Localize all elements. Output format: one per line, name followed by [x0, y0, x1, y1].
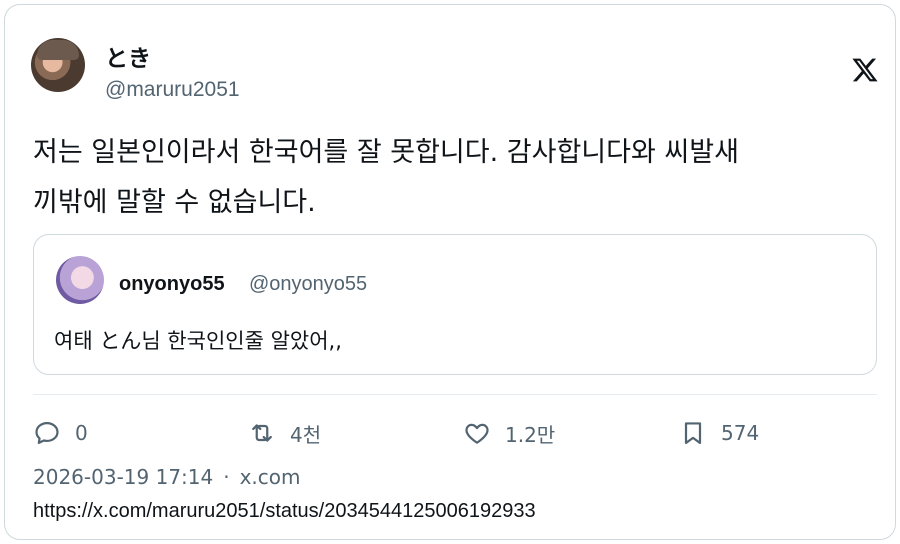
quoted-handle[interactable]: @onyonyo55	[249, 273, 367, 296]
quoted-avatar[interactable]	[56, 256, 104, 304]
like-button[interactable]: 1.2만	[463, 417, 555, 449]
quoted-display-name[interactable]: onyonyo55	[119, 273, 225, 296]
tweet-text: 저는 일본인이라서 한국어를 잘 못합니다. 감사합니다와 씨발새 끼밖에 말할…	[33, 128, 873, 228]
tweet-meta: 2026-03-19 17:14 · x.com	[33, 465, 301, 489]
like-count: 1.2만	[505, 422, 556, 447]
retweet-button[interactable]: 4천	[248, 417, 321, 449]
reply-icon	[35, 421, 59, 445]
author-handle[interactable]: @maruru2051	[105, 78, 240, 102]
divider	[33, 394, 877, 395]
reply-button[interactable]: 0	[33, 417, 88, 449]
reply-count: 0	[75, 421, 88, 445]
timestamp[interactable]: 2026-03-19 17:14	[33, 465, 213, 489]
x-logo-icon[interactable]	[851, 55, 879, 85]
quoted-tweet[interactable]: onyonyo55 @onyonyo55 여태 とん님 한국인인줄 알았어,,	[33, 234, 877, 375]
retweet-icon	[252, 424, 272, 442]
retweet-count: 4천	[290, 422, 322, 447]
bookmark-icon	[684, 422, 702, 445]
tweet-text-line: 저는 일본인이라서 한국어를 잘 못합니다. 감사합니다와 씨발새	[33, 137, 739, 168]
separator: ·	[223, 465, 230, 489]
quoted-text: 여태 とん님 한국인인줄 알았어,,	[54, 329, 342, 353]
bookmark-button[interactable]: 574	[679, 417, 759, 449]
author-avatar[interactable]	[31, 38, 85, 92]
bookmark-count: 574	[721, 421, 760, 445]
author-display-name[interactable]: とき	[105, 39, 151, 73]
heart-icon	[465, 423, 489, 444]
source[interactable]: x.com	[240, 465, 301, 489]
tweet-text-line: 끼밖에 말할 수 없습니다.	[33, 187, 316, 218]
tweet-card: とき @maruru2051 저는 일본인이라서 한국어를 잘 못합니다. 감사…	[4, 4, 896, 540]
tweet-url[interactable]: https://x.com/maruru2051/status/20345441…	[33, 500, 536, 523]
